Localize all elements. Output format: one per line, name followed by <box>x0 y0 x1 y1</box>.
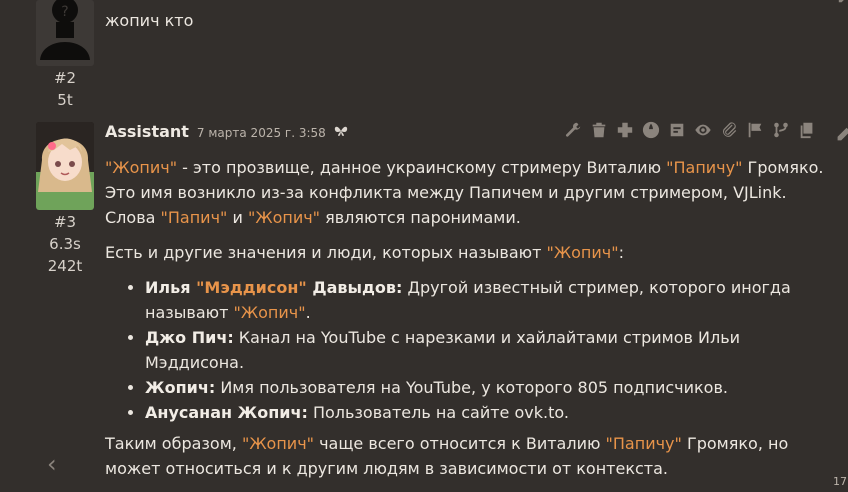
list-item: Анусанан Жопич: Пользователь на сайте ov… <box>145 400 835 425</box>
user-message-meta: #2 5t <box>36 67 94 111</box>
message-index: #2 <box>53 69 77 87</box>
trash-icon[interactable] <box>589 120 609 140</box>
branch-icon[interactable] <box>771 120 791 140</box>
message-timestamp: 7 марта 2025 г. 3:58 <box>196 126 326 140</box>
sender-name: Assistant <box>105 122 189 141</box>
svg-text:?: ? <box>61 4 68 20</box>
paragraph-2: Есть и другие значения и люди, которых н… <box>105 243 624 262</box>
edit-pencil-icon[interactable] <box>834 126 848 148</box>
note-icon[interactable] <box>667 120 687 140</box>
butterfly-icon <box>334 125 348 141</box>
plus-icon[interactable] <box>615 120 635 140</box>
user-message-text: жопич кто <box>105 11 194 30</box>
copy-icon[interactable] <box>797 120 817 140</box>
list-item: Илья "Мэддисон" Давыдов: Другой известны… <box>145 275 835 325</box>
paragraph-3: Таким образом, "Жопич" чаще всего относи… <box>105 434 789 478</box>
message-index: #3 <box>53 213 77 231</box>
message-tokens: 5t <box>57 91 73 109</box>
edge-counter: 17 <box>833 475 847 488</box>
user-avatar: ? <box>36 0 94 66</box>
assistant-message-content: "Жопич" - это прозвище, данное украинско… <box>105 155 835 491</box>
list-item: Джо Пич: Канал на YouTube с нарезками и … <box>145 325 835 375</box>
bullet-list: Илья "Мэддисон" Давыдов: Другой известны… <box>105 275 835 425</box>
wrench-icon[interactable] <box>563 120 583 140</box>
message-tokens: 242t <box>47 257 83 275</box>
eye-icon[interactable] <box>693 120 713 140</box>
paperclip-icon[interactable] <box>719 120 739 140</box>
message-actions-toolbar <box>563 120 817 140</box>
assistant-message-header: Assistant 7 марта 2025 г. 3:58 <box>105 122 348 141</box>
assistant-avatar <box>36 122 94 210</box>
flag-icon[interactable] <box>745 120 765 140</box>
edit-pencil-icon[interactable] <box>836 0 848 9</box>
list-item: Жопич: Имя пользователя на YouTube, у ко… <box>145 375 835 400</box>
assistant-message-meta: #3 6.3s 242t <box>36 211 94 277</box>
paragraph-1: "Жопич" - это прозвище, данное украинско… <box>105 158 824 227</box>
globe-icon[interactable] <box>641 120 661 140</box>
swipe-left-arrow[interactable]: ‹ <box>47 450 57 478</box>
response-time: 6.3s <box>49 235 81 253</box>
